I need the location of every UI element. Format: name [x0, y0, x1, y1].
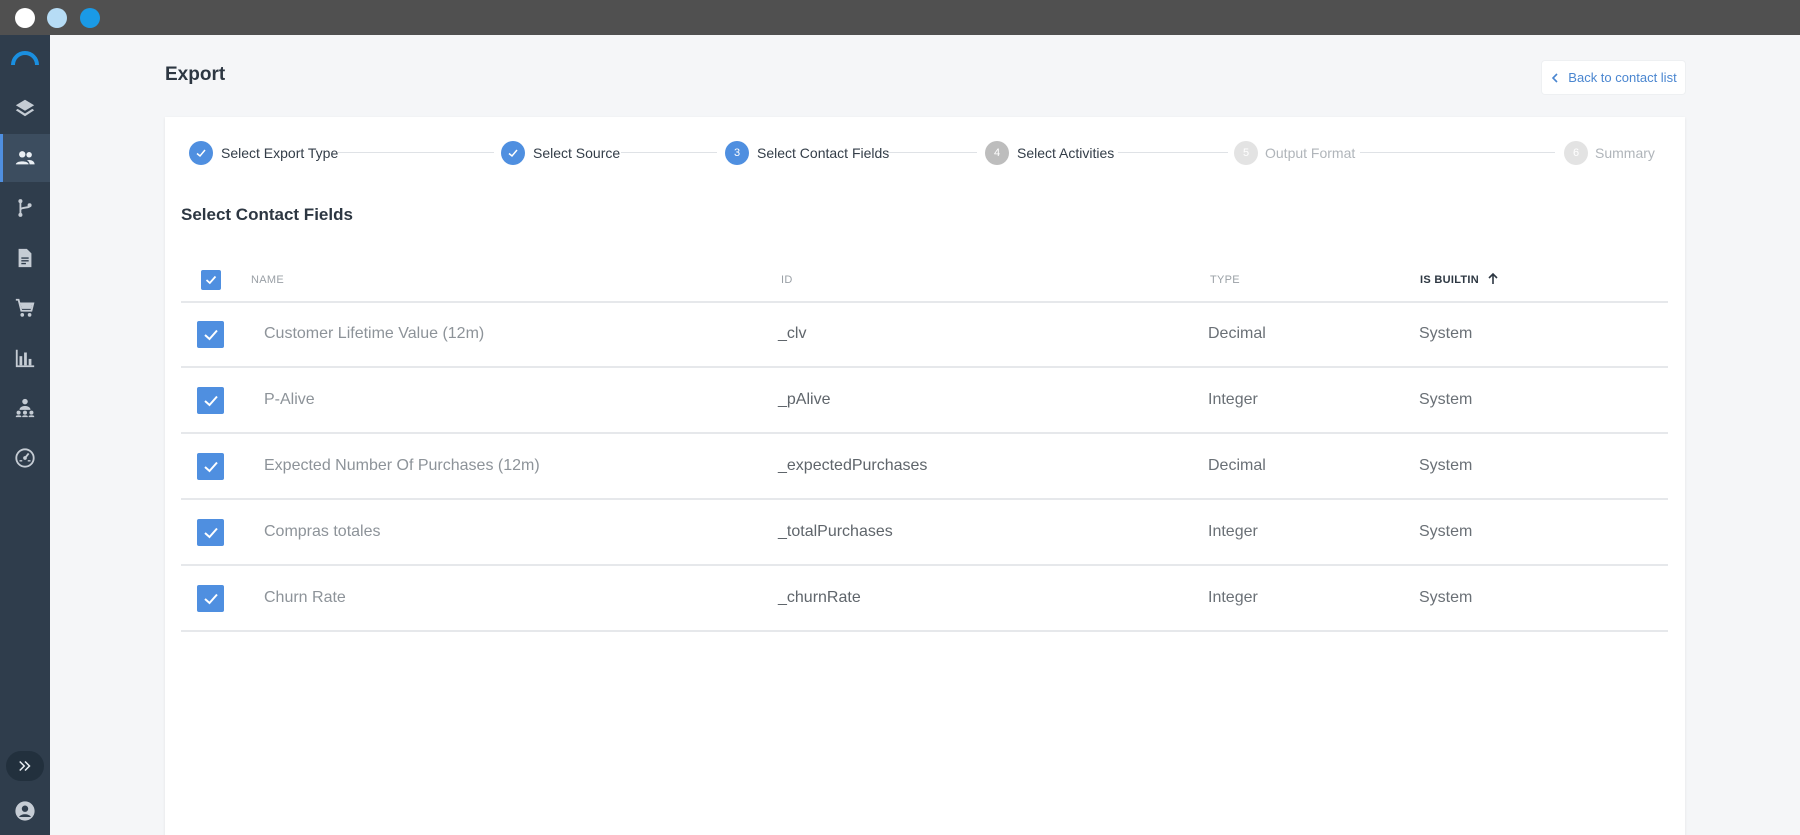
- section-title: Select Contact Fields: [181, 205, 353, 224]
- check-icon: [203, 329, 218, 340]
- table-row[interactable]: Expected Number Of Purchases (12m) _expe…: [181, 435, 1668, 499]
- field-id: _clv: [778, 325, 807, 342]
- table-divider: [181, 498, 1668, 500]
- stepper-connector: [887, 152, 977, 153]
- step-4-number: 4: [985, 141, 1009, 165]
- table-row[interactable]: Compras totales _totalPurchases Integer …: [181, 501, 1668, 565]
- gauge-icon: [15, 448, 35, 468]
- window-titlebar: [0, 0, 1800, 35]
- table-divider: [181, 630, 1668, 632]
- column-header-name[interactable]: NAME: [251, 274, 284, 286]
- account-circle-icon: [15, 801, 35, 821]
- sidebar-item-layers[interactable]: [0, 84, 50, 132]
- branch-icon: [18, 199, 32, 217]
- table-divider: [181, 366, 1668, 368]
- field-builtin: System: [1419, 589, 1473, 606]
- field-id: _expectedPurchases: [778, 457, 928, 474]
- step-3-label: Select Contact Fields: [757, 145, 890, 161]
- field-name: P-Alive: [264, 391, 315, 408]
- step-6-number: 6: [1564, 141, 1588, 165]
- stepper-connector: [338, 152, 494, 153]
- check-icon: [205, 275, 217, 285]
- check-icon: [203, 593, 218, 604]
- expand-sidebar-button[interactable]: [6, 751, 44, 781]
- sidebar-item-documents[interactable]: [0, 234, 50, 282]
- sidebar-item-journeys[interactable]: [0, 184, 50, 232]
- check-icon: [203, 461, 218, 472]
- sort-ascending-icon[interactable]: [1486, 272, 1500, 286]
- sidebar-item-contacts[interactable]: [0, 134, 50, 182]
- sidebar-item-analytics[interactable]: [0, 334, 50, 382]
- step-3-number: 3: [725, 141, 749, 165]
- field-name: Compras totales: [264, 523, 381, 540]
- table-divider: [181, 432, 1668, 434]
- field-name: Customer Lifetime Value (12m): [264, 325, 485, 342]
- field-type: Integer: [1208, 523, 1258, 540]
- step-1-check-icon: [189, 141, 213, 165]
- table-row[interactable]: P-Alive _pAlive Integer System: [181, 369, 1668, 433]
- field-builtin: System: [1419, 325, 1473, 342]
- stepper-connector: [1118, 152, 1228, 153]
- step-2-label[interactable]: Select Source: [533, 145, 620, 161]
- field-builtin: System: [1419, 391, 1473, 408]
- row-checkbox[interactable]: [197, 387, 224, 414]
- stepper-connector: [621, 152, 717, 153]
- check-icon: [203, 395, 218, 406]
- field-type: Decimal: [1208, 457, 1266, 474]
- row-checkbox[interactable]: [197, 321, 224, 348]
- back-button-label: Back to contact list: [1568, 70, 1677, 85]
- sidebar-item-segments[interactable]: [0, 384, 50, 432]
- window-maximize-button[interactable]: [80, 8, 100, 28]
- document-icon: [18, 248, 32, 268]
- window-close-button[interactable]: [15, 8, 35, 28]
- table-row[interactable]: Churn Rate _churnRate Integer System: [181, 567, 1668, 631]
- chevron-left-icon: [1552, 72, 1558, 83]
- field-type: Integer: [1208, 391, 1258, 408]
- field-id: _churnRate: [778, 589, 861, 606]
- column-header-id[interactable]: ID: [781, 274, 793, 286]
- field-builtin: System: [1419, 457, 1473, 474]
- step-6-label: Summary: [1595, 145, 1655, 161]
- step-1-label[interactable]: Select Export Type: [221, 145, 338, 161]
- people-icon: [15, 151, 35, 165]
- back-to-contact-list-button[interactable]: Back to contact list: [1542, 61, 1685, 94]
- select-all-checkbox[interactable]: [201, 270, 221, 290]
- row-checkbox[interactable]: [197, 453, 224, 480]
- user-account-button[interactable]: [0, 791, 50, 831]
- step-5-number: 5: [1234, 141, 1258, 165]
- table-divider: [181, 564, 1668, 566]
- field-name: Expected Number Of Purchases (12m): [264, 457, 540, 474]
- step-5-label: Output Format: [1265, 145, 1356, 161]
- field-name: Churn Rate: [264, 589, 346, 606]
- sidebar-item-dashboard[interactable]: [0, 434, 50, 482]
- check-icon: [203, 527, 218, 538]
- audience-icon: [15, 398, 35, 418]
- double-chevron-right-icon: [19, 760, 31, 772]
- sidebar: [0, 35, 50, 835]
- cart-icon: [15, 298, 35, 317]
- field-id: _pAlive: [778, 391, 831, 408]
- window-minimize-button[interactable]: [47, 8, 67, 28]
- layers-icon: [15, 99, 35, 117]
- step-2-check-icon: [501, 141, 525, 165]
- app-logo-icon[interactable]: [11, 49, 39, 67]
- sidebar-item-commerce[interactable]: [0, 284, 50, 332]
- row-checkbox[interactable]: [197, 585, 224, 612]
- bar-chart-icon: [15, 349, 35, 368]
- step-4-label: Select Activities: [1017, 145, 1115, 161]
- field-id: _totalPurchases: [778, 523, 893, 540]
- stepper-connector: [1360, 152, 1555, 153]
- column-header-type[interactable]: TYPE: [1210, 274, 1240, 286]
- row-checkbox[interactable]: [197, 519, 224, 546]
- column-header-is-builtin[interactable]: IS BUILTIN: [1420, 274, 1479, 286]
- field-type: Integer: [1208, 589, 1258, 606]
- page-title: Export: [165, 64, 226, 85]
- field-type: Decimal: [1208, 325, 1266, 342]
- field-builtin: System: [1419, 523, 1473, 540]
- table-row[interactable]: Customer Lifetime Value (12m) _clv Decim…: [181, 303, 1668, 367]
